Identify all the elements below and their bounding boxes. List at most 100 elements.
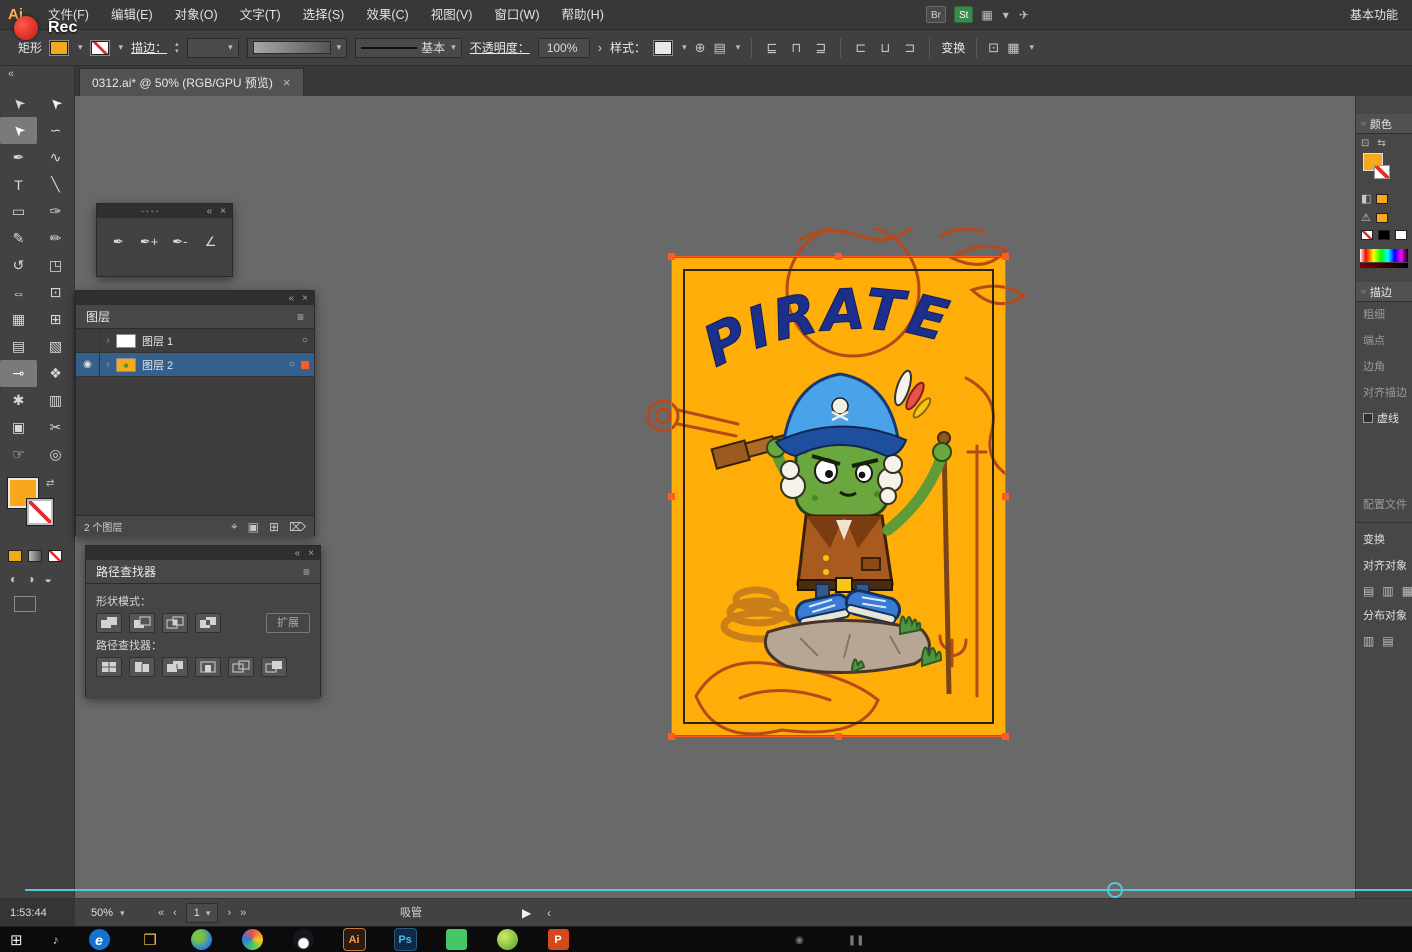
fill-color-swatch[interactable] — [50, 41, 68, 55]
layer-row[interactable]: ◉ › 图层 2 ○ — [76, 353, 314, 377]
color-spectrum-bar[interactable] — [1360, 249, 1408, 262]
align-right-icon[interactable]: ⊒ — [812, 40, 829, 56]
brush-definition-dropdown[interactable]: 基本 ▾ — [355, 38, 462, 58]
target-circle-icon[interactable]: ○ — [289, 359, 295, 370]
panel-drag-handle[interactable]: •••• — [103, 207, 199, 216]
direct-selection-tool[interactable]: ➤ — [37, 90, 74, 117]
color-mode-button[interactable] — [8, 550, 22, 562]
chevron-down-icon[interactable]: ▾ — [736, 42, 741, 53]
volume-icon[interactable]: ♪ — [53, 933, 59, 947]
stroke-weight-dropdown[interactable]: ▾ — [187, 38, 239, 58]
swap-colors-icon[interactable]: ⇆ — [1377, 138, 1385, 149]
make-clipping-mask-icon[interactable]: ▣ — [248, 520, 259, 534]
close-tab-icon[interactable]: × — [283, 75, 291, 90]
timeline-handle[interactable] — [1107, 882, 1123, 898]
stroke-chevron-icon[interactable]: ▾ — [119, 42, 124, 53]
document-setup-icon[interactable]: ▤ — [714, 40, 726, 56]
new-layer-icon[interactable]: ⊞ — [269, 520, 279, 534]
add-anchor-icon[interactable]: ✒+ — [138, 228, 161, 256]
free-transform-tool[interactable]: ⊡ — [37, 279, 74, 306]
stroke-swatch[interactable] — [1374, 165, 1390, 179]
stepper-up-icon[interactable]: ▴ — [175, 41, 179, 48]
draw-behind-icon[interactable]: ◑ — [27, 572, 34, 586]
screen-mode-button[interactable] — [14, 596, 36, 612]
type-tool[interactable]: T — [0, 171, 37, 198]
selection-tool[interactable]: ➤ — [0, 90, 37, 117]
tray-pause-icon[interactable]: ❚❚ — [848, 935, 865, 946]
wps-ppt-icon[interactable]: P — [548, 929, 569, 950]
shaper-tool[interactable]: ✏ — [37, 225, 74, 252]
visibility-toggle[interactable]: ◉ — [76, 353, 100, 376]
layer-name[interactable]: 图层 1 — [142, 333, 302, 349]
transform-label[interactable]: 变换 — [941, 39, 965, 56]
transform-section[interactable]: 变换 — [1356, 527, 1412, 553]
close-panel-icon[interactable]: × — [308, 548, 314, 559]
illustrator-taskbar-icon[interactable]: Ai — [344, 929, 365, 950]
share-icon[interactable]: ✈ — [1019, 8, 1029, 22]
swap-fill-stroke-icon[interactable]: ⇄ — [46, 478, 54, 489]
stroke-swatch[interactable] — [27, 499, 53, 525]
lasso-tool[interactable]: ∽ — [37, 117, 74, 144]
layer-name[interactable]: 图层 2 — [142, 357, 289, 373]
style-chevron-icon[interactable]: ▾ — [682, 42, 687, 53]
opacity-label[interactable]: 不透明度： — [470, 39, 530, 56]
outline-icon[interactable] — [228, 657, 254, 677]
stroke-corner-row[interactable]: 边角 — [1356, 354, 1412, 380]
recorder-timeline[interactable] — [25, 889, 1412, 891]
divide-icon[interactable] — [96, 657, 122, 677]
stock-icon[interactable]: St — [954, 6, 973, 23]
stroke-weight-row[interactable]: 粗细 — [1356, 302, 1412, 328]
back-arrow-icon[interactable]: ‹ — [547, 899, 551, 927]
pen-tool[interactable]: ✒ — [0, 144, 37, 171]
zoom-chevron-icon[interactable]: ▾ — [120, 908, 125, 919]
align-left-icon[interactable]: ⊑ — [763, 40, 780, 56]
layer-thumbnail[interactable] — [116, 334, 136, 348]
visibility-toggle[interactable] — [76, 329, 100, 352]
gamut-warning-icon[interactable]: ⚠ — [1361, 211, 1371, 224]
stroke-align-row[interactable]: 对齐描边 — [1356, 380, 1412, 406]
merge-icon[interactable] — [162, 657, 188, 677]
locate-object-icon[interactable]: ⌖ — [231, 519, 238, 534]
collapse-panel-icon[interactable]: « — [289, 293, 295, 304]
menu-select[interactable]: 选择(S) — [292, 0, 356, 30]
align-objects-section[interactable]: 对齐对象 — [1356, 553, 1412, 579]
none-chip[interactable] — [1361, 230, 1373, 240]
stroke-panel-tab[interactable]: ○ 描边 — [1356, 282, 1412, 302]
opacity-arrow-icon[interactable]: › — [598, 40, 602, 55]
previous-artboard-icon[interactable]: ‹ — [173, 907, 177, 919]
collapse-panel-icon[interactable]: « — [295, 548, 301, 559]
canvas-artwork[interactable]: PIRATE — [600, 228, 1050, 768]
intersect-icon[interactable] — [162, 613, 188, 633]
style-swatch[interactable] — [654, 41, 672, 55]
photoshop-taskbar-icon[interactable]: Ps — [395, 929, 416, 950]
stroke-color-swatch[interactable] — [91, 41, 109, 55]
menu-help[interactable]: 帮助(H) — [551, 0, 615, 30]
zoom-tool[interactable]: ◎ — [37, 441, 74, 468]
play-icon[interactable]: ▶ — [522, 899, 531, 927]
width-profile-dropdown[interactable]: ▾ — [247, 38, 348, 58]
artboard-tool[interactable]: ▣ — [0, 414, 37, 441]
zoom-level[interactable]: 50% — [91, 907, 113, 919]
dashed-line-checkbox[interactable] — [1363, 413, 1373, 423]
rectangle-tool[interactable]: ▭ — [0, 198, 37, 225]
menu-effect[interactable]: 效果(C) — [355, 0, 419, 30]
exclude-icon[interactable] — [195, 613, 221, 633]
slice-tool[interactable]: ✂ — [37, 414, 74, 441]
pencil-tool[interactable]: ✎ — [0, 225, 37, 252]
perspective-grid-tool[interactable]: ⊞ — [37, 306, 74, 333]
bridge-icon[interactable]: Br — [926, 6, 946, 23]
align-middle-icon[interactable]: ⊔ — [877, 40, 893, 56]
color-options-icon[interactable]: ⊡ — [1361, 138, 1369, 149]
disclosure-icon[interactable]: › — [100, 359, 116, 370]
document-tab[interactable]: 0312.ai* @ 50% (RGB/GPU 预览) × — [79, 68, 304, 96]
shape-builder-tool[interactable]: ▦ — [0, 306, 37, 333]
stroke-weight-stepper[interactable]: ▴ ▾ — [175, 41, 179, 55]
workspace-switcher[interactable]: 基本功能 — [1350, 6, 1398, 23]
layer-thumbnail[interactable] — [116, 358, 136, 372]
earth-browser-icon[interactable] — [191, 929, 212, 950]
align-objects-icon[interactable]: ▤ — [1363, 584, 1374, 598]
color-panel-tab[interactable]: ○ 颜色 — [1356, 114, 1412, 134]
document-setup-globe-icon[interactable]: ⊕ — [695, 40, 706, 56]
profile-row[interactable]: 配置文件 — [1356, 492, 1412, 518]
first-artboard-icon[interactable]: « — [158, 907, 164, 919]
